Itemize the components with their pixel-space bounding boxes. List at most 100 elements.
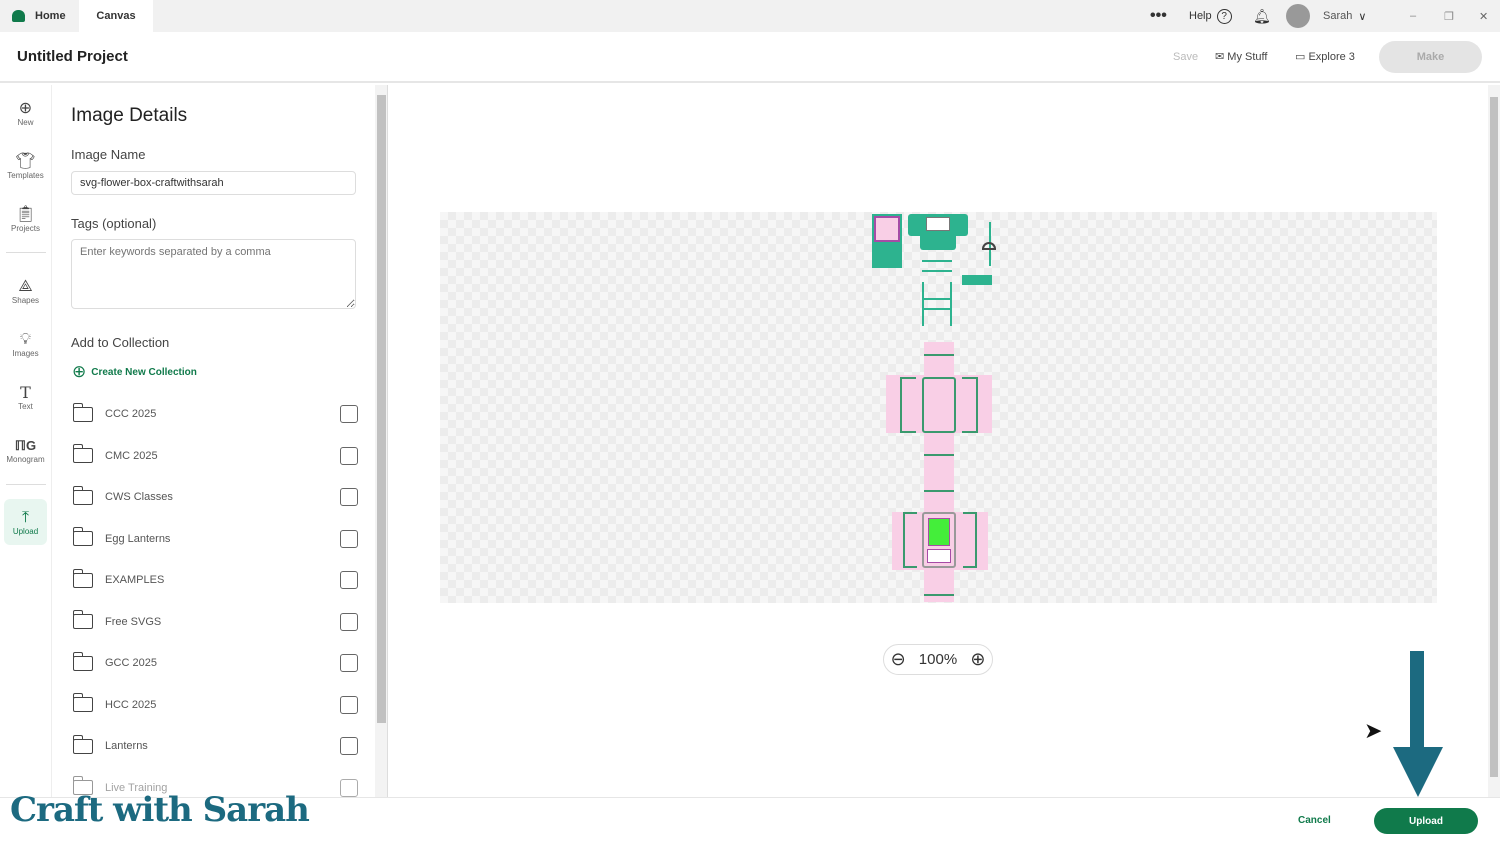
help-button[interactable]: Help? bbox=[1189, 0, 1232, 32]
arrow-annotation bbox=[1393, 651, 1443, 797]
image-preview bbox=[440, 212, 1437, 603]
folder-icon bbox=[72, 485, 93, 505]
collection-name: GCC 2025 bbox=[105, 657, 157, 669]
scroll-thumb[interactable] bbox=[1490, 97, 1498, 777]
collection-name: CWS Classes bbox=[105, 491, 173, 503]
collection-item[interactable]: CCC 2025 bbox=[72, 402, 358, 426]
envelope-icon: ✉ bbox=[1215, 51, 1228, 63]
make-button[interactable]: Make bbox=[1379, 41, 1482, 73]
collection-checkbox[interactable] bbox=[340, 737, 358, 755]
tab-home-label: Home bbox=[35, 10, 66, 22]
rail-label: Shapes bbox=[11, 295, 40, 305]
create-collection-button[interactable]: ⊕ Create New Collection bbox=[72, 362, 197, 382]
rail-new[interactable]: ⊕ New bbox=[4, 90, 47, 136]
tab-canvas[interactable]: Canvas bbox=[79, 0, 153, 32]
folder-icon bbox=[72, 402, 93, 422]
collection-item[interactable]: EXAMPLES bbox=[72, 568, 358, 592]
divider bbox=[6, 484, 46, 485]
collection-name: HCC 2025 bbox=[105, 698, 157, 711]
help-label: Help bbox=[1189, 10, 1212, 22]
avatar bbox=[1286, 4, 1310, 28]
image-name-input[interactable] bbox=[71, 171, 356, 195]
collection-item[interactable]: Free SVGS bbox=[72, 610, 358, 634]
collection-name: Egg Lanterns bbox=[105, 532, 171, 545]
cancel-button[interactable]: Cancel bbox=[1298, 815, 1331, 826]
upload-button[interactable]: Upload bbox=[1374, 808, 1478, 834]
zoom-in-icon[interactable]: ⊕ bbox=[970, 649, 985, 670]
user-name: Sarah bbox=[1323, 10, 1353, 22]
collection-checkbox[interactable] bbox=[340, 529, 358, 548]
collection-name: Lanterns bbox=[105, 740, 148, 752]
text-icon: T bbox=[20, 382, 31, 402]
panel-scrollbar[interactable] bbox=[375, 85, 388, 797]
rail-upload[interactable]: ⤒ Upload bbox=[4, 499, 47, 545]
scroll-thumb[interactable] bbox=[377, 95, 386, 723]
home-icon bbox=[12, 10, 25, 22]
bell-icon[interactable]: 🔔︎ bbox=[1253, 0, 1271, 32]
collection-label: Add to Collection bbox=[71, 335, 170, 350]
folder-icon bbox=[72, 444, 93, 463]
rail-label: Images bbox=[12, 348, 39, 358]
folder-icon bbox=[72, 693, 93, 712]
explore-icon: ▭ bbox=[1295, 51, 1309, 63]
preview-canvas: ⊖ 100% ⊕ bbox=[389, 85, 1488, 797]
explore-label: Explore 3 bbox=[1308, 51, 1355, 63]
design-preview bbox=[860, 212, 1020, 603]
close-button[interactable]: ✕ bbox=[1479, 0, 1488, 32]
rail-templates[interactable]: 👕︎ Templates bbox=[4, 143, 47, 189]
upload-icon: ⤒ bbox=[21, 508, 30, 526]
collection-item[interactable]: GCC 2025 bbox=[72, 651, 358, 675]
rail-shapes[interactable]: ⟁ Shapes bbox=[4, 268, 47, 314]
rail-label: Text bbox=[18, 401, 33, 411]
rail-projects[interactable]: 📋︎ Projects bbox=[4, 196, 47, 242]
canvas-scrollbar[interactable] bbox=[1488, 85, 1500, 797]
collection-item[interactable]: HCC 2025 bbox=[72, 693, 358, 717]
more-icon[interactable]: ••• bbox=[1150, 0, 1167, 32]
tab-canvas-label: Canvas bbox=[96, 10, 136, 22]
save-button[interactable]: Save bbox=[1173, 51, 1198, 63]
chevron-down-icon: ∨ bbox=[1358, 10, 1367, 23]
collection-checkbox[interactable] bbox=[340, 405, 358, 423]
explore-button[interactable]: ▭ Explore 3 bbox=[1295, 50, 1355, 63]
folder-icon bbox=[72, 651, 93, 671]
plus-circle-icon: ⊕ bbox=[18, 99, 33, 117]
minimize-button[interactable]: – bbox=[1410, 0, 1416, 32]
user-menu[interactable]: Sarah ∨ bbox=[1286, 0, 1366, 32]
watermark-logo: Craft with Sarah bbox=[10, 790, 310, 830]
zoom-out-icon[interactable]: ⊖ bbox=[891, 649, 906, 670]
collection-name: Free SVGS bbox=[105, 615, 162, 628]
rail-text[interactable]: T Text bbox=[4, 374, 47, 420]
collection-checkbox[interactable] bbox=[340, 446, 358, 465]
collection-name: EXAMPLES bbox=[105, 574, 165, 586]
project-title: Untitled Project bbox=[17, 48, 128, 65]
collection-item[interactable]: Lanterns bbox=[72, 734, 358, 758]
monogram-icon: ℿG bbox=[14, 437, 37, 453]
collection-item[interactable]: CMC 2025 bbox=[72, 444, 358, 468]
clipboard-icon: 📋︎ bbox=[15, 205, 36, 223]
rail-monogram[interactable]: ℿG Monogram bbox=[4, 427, 47, 473]
collection-checkbox[interactable] bbox=[340, 695, 358, 714]
left-rail: ⊕ New 👕︎ Templates 📋︎ Projects ⟁ Shapes 💡︎ Im… bbox=[0, 85, 52, 797]
collection-name: CCC 2025 bbox=[105, 408, 157, 420]
collection-name: CMC 2025 bbox=[105, 449, 158, 462]
divider bbox=[6, 252, 46, 253]
restore-button[interactable]: ❐ bbox=[1444, 0, 1454, 32]
tab-home[interactable]: Home bbox=[0, 0, 79, 32]
zoom-control: ⊖ 100% ⊕ bbox=[883, 644, 993, 675]
rail-images[interactable]: 💡︎ Images bbox=[4, 321, 47, 367]
image-details-panel: Image Details Image Name Tags (optional)… bbox=[53, 85, 375, 797]
collection-item[interactable]: Egg Lanterns bbox=[72, 527, 358, 551]
collection-checkbox[interactable] bbox=[340, 612, 358, 631]
collection-item[interactable]: CWS Classes bbox=[72, 485, 358, 509]
tags-textarea[interactable] bbox=[71, 239, 356, 309]
bulb-icon: 💡︎ bbox=[19, 330, 32, 348]
zoom-level: 100% bbox=[918, 651, 958, 668]
collection-checkbox[interactable] bbox=[340, 571, 358, 589]
my-stuff-button[interactable]: ✉ My Stuff bbox=[1215, 50, 1267, 63]
collection-checkbox[interactable] bbox=[340, 488, 358, 506]
collection-checkbox[interactable] bbox=[340, 778, 358, 797]
collection-checkbox[interactable] bbox=[340, 654, 358, 672]
title-bar: Home Canvas ••• Help? 🔔︎ Sarah ∨ – ❐ ✕ bbox=[0, 0, 1500, 32]
image-name-label: Image Name bbox=[71, 147, 146, 162]
folder-icon bbox=[72, 568, 93, 588]
